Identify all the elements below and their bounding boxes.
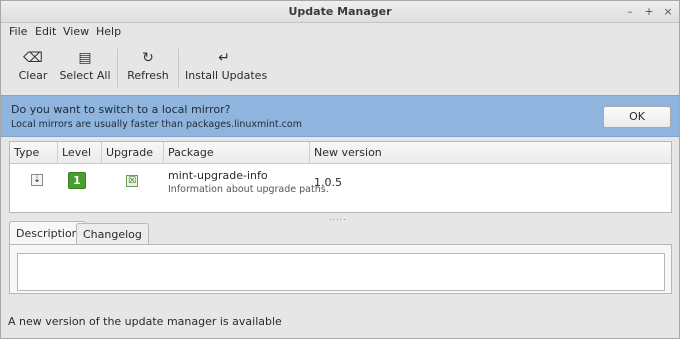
select-all-icon: ▤: [78, 50, 92, 66]
package-type-icon: ⇣: [31, 174, 43, 186]
mirror-infobar: Do you want to switch to a local mirror?…: [1, 95, 679, 137]
update-manager-window: Update Manager – + × File Edit View Help…: [0, 0, 680, 339]
clear-icon: ⌫: [23, 50, 43, 66]
infobar-title: Do you want to switch to a local mirror?: [11, 103, 231, 116]
toolbar-separator: [117, 49, 118, 87]
level-badge: 1: [68, 172, 86, 189]
menu-edit[interactable]: Edit: [35, 25, 56, 38]
clear-label: Clear: [18, 69, 48, 82]
refresh-label: Refresh: [127, 69, 169, 82]
status-text: A new version of the update manager is a…: [8, 315, 282, 328]
package-name: mint-upgrade-info: [168, 169, 268, 182]
install-icon: ↵: [218, 50, 230, 66]
details-tabs: Description Changelog: [9, 221, 672, 245]
menu-file[interactable]: File: [9, 25, 27, 38]
maximize-icon[interactable]: +: [641, 4, 657, 20]
column-new-version[interactable]: New version: [310, 142, 671, 163]
package-version: 1.0.5: [314, 176, 342, 189]
toolbar-separator: [178, 49, 179, 87]
table-row[interactable]: ⇣ 1 ☒ mint-upgrade-info Information abou…: [10, 164, 671, 200]
window-title: Update Manager: [288, 5, 392, 18]
refresh-button[interactable]: ↻ Refresh: [125, 47, 171, 91]
infobar-subtitle: Local mirrors are usually faster than pa…: [11, 119, 302, 130]
clear-button[interactable]: ⌫ Clear: [15, 47, 51, 91]
ok-button[interactable]: OK: [603, 106, 671, 128]
upgrade-checkbox[interactable]: ☒: [126, 175, 138, 187]
table-header: Type Level Upgrade Package New version: [10, 142, 671, 164]
close-icon[interactable]: ×: [660, 4, 676, 20]
package-description: Information about upgrade paths.: [168, 184, 329, 195]
description-panel: [9, 244, 672, 294]
package-table: Type Level Upgrade Package New version ⇣…: [9, 141, 672, 213]
tab-description[interactable]: Description: [9, 221, 86, 245]
refresh-icon: ↻: [142, 50, 154, 66]
column-upgrade[interactable]: Upgrade: [102, 142, 164, 163]
toolbar: ⌫ Clear ▤ Select All ↻ Refresh ↵ Install…: [1, 41, 679, 95]
install-updates-button[interactable]: ↵ Install Updates: [185, 47, 268, 91]
select-all-label: Select All: [59, 69, 111, 82]
menu-view[interactable]: View: [63, 25, 89, 38]
install-updates-label: Install Updates: [185, 69, 268, 82]
column-level[interactable]: Level: [58, 142, 102, 163]
status-bar: A new version of the update manager is a…: [1, 306, 679, 338]
select-all-button[interactable]: ▤ Select All: [59, 47, 111, 91]
minimize-icon[interactable]: –: [622, 4, 638, 20]
menu-help[interactable]: Help: [96, 25, 121, 38]
column-type[interactable]: Type: [10, 142, 58, 163]
menu-bar: File Edit View Help: [1, 23, 679, 41]
tab-changelog[interactable]: Changelog: [76, 223, 149, 245]
description-textview[interactable]: [17, 253, 665, 291]
column-package[interactable]: Package: [164, 142, 310, 163]
title-bar: Update Manager – + ×: [1, 1, 679, 23]
